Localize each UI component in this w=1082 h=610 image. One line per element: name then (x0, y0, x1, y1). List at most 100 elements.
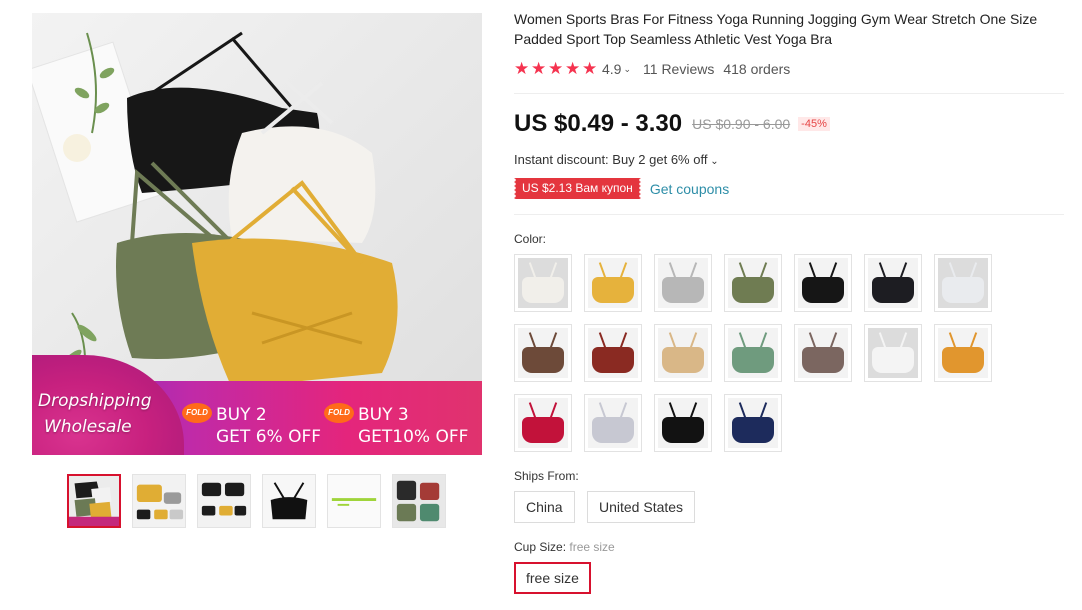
instant-discount[interactable]: Instant discount: Buy 2 get 6% off ⌄ (514, 152, 719, 167)
color-swatch-image (728, 328, 778, 378)
color-swatch-image (658, 398, 708, 448)
star-icon: ★ (548, 59, 564, 78)
divider (514, 214, 1064, 215)
color-swatch-image (868, 258, 918, 308)
color-swatch-image (938, 328, 988, 378)
ships-from-label: Ships From: (514, 469, 579, 483)
color-swatch-image (588, 398, 638, 448)
star-icon: ★ (531, 59, 547, 78)
color-swatch-black-2[interactable] (864, 254, 922, 312)
color-swatch-image (798, 328, 848, 378)
thumbnail-4[interactable] (262, 474, 316, 528)
star-icon: ★ (582, 59, 598, 78)
color-swatch-image (868, 328, 918, 378)
swatch-bra-shape (662, 277, 704, 303)
fold-icon: FOLD (182, 403, 212, 423)
color-swatch-yellow[interactable] (584, 254, 642, 312)
thumbnail-6[interactable] (392, 474, 446, 528)
swatch-bra-shape (522, 347, 564, 373)
color-swatch-black[interactable] (794, 254, 852, 312)
ships-from-option-united-states[interactable]: United States (587, 491, 696, 523)
color-swatch-army-green[interactable] (724, 254, 782, 312)
original-price: US $0.90 - 6.00 (692, 116, 791, 132)
ships-from-option-china[interactable]: China (514, 491, 575, 523)
thumbnail-3[interactable] (197, 474, 251, 528)
swatch-bra-shape (802, 277, 844, 303)
swatch-bra-shape (942, 347, 984, 373)
rating-row: ★ ★ ★ ★ ★ 4.9 ⌄ 11 Reviews 418 orders (514, 59, 790, 79)
swatch-bra-shape (592, 277, 634, 303)
thumbnail-5[interactable] (327, 474, 381, 528)
coupon-badge[interactable]: US $2.13 Вам купон (512, 178, 643, 199)
promo-buy3-line1: BUY 3 (358, 405, 409, 425)
wholesale-text: Wholesale (44, 417, 132, 437)
price: US $0.49 - 3.30 (514, 110, 683, 137)
cup-size-option-free-size[interactable]: free size (514, 562, 591, 594)
color-swatch-image (588, 328, 638, 378)
color-swatch-khaki[interactable] (654, 324, 712, 382)
discount-badge: -45% (798, 117, 830, 131)
coupon-row: US $2.13 Вам купон Get coupons (512, 178, 729, 199)
swatch-bra-shape (802, 347, 844, 373)
swatch-bra-shape (872, 277, 914, 303)
color-swatch-coffee[interactable] (514, 324, 572, 382)
fold-icon: FOLD (324, 403, 354, 423)
swatch-bra-shape (942, 277, 984, 303)
color-swatch-image (518, 398, 568, 448)
color-swatch-white-3[interactable] (864, 324, 922, 382)
swatch-bra-shape (732, 347, 774, 373)
swatch-bra-shape (872, 347, 914, 373)
color-swatch-black-3[interactable] (654, 394, 712, 452)
swatch-bra-shape (732, 277, 774, 303)
color-swatch-mint-green[interactable] (724, 324, 782, 382)
color-label: Color: (514, 232, 547, 246)
color-swatch-image (938, 258, 988, 308)
star-icon: ★ (565, 59, 581, 78)
color-swatch-red[interactable] (514, 394, 572, 452)
cup-size-label-text: Cup Size: (514, 540, 567, 554)
swatch-bra-shape (522, 417, 564, 443)
reviews-link[interactable]: 11 Reviews (643, 61, 714, 77)
swatch-bra-shape (662, 347, 704, 373)
color-swatch-orange[interactable] (934, 324, 992, 382)
promo-buy3-line2: GET10% OFF (358, 427, 469, 447)
star-icon: ★ (514, 59, 530, 78)
color-swatch-taupe[interactable] (794, 324, 852, 382)
orders-count: 418 orders (723, 61, 791, 77)
color-swatch-image (728, 398, 778, 448)
divider (514, 93, 1064, 94)
swatch-bra-shape (592, 347, 634, 373)
color-swatch-image (658, 258, 708, 308)
color-swatch-light-gray[interactable] (584, 394, 642, 452)
rating-value[interactable]: 4.9 (602, 61, 621, 77)
star-rating: ★ ★ ★ ★ ★ (514, 59, 599, 78)
color-swatch-image (518, 328, 568, 378)
promo-buy2-line2: GET 6% OFF (216, 427, 322, 447)
dropshipping-text: Dropshipping (38, 391, 152, 411)
color-swatch-image (588, 258, 638, 308)
thumbnail-1[interactable] (67, 474, 121, 528)
color-swatch-image (798, 258, 848, 308)
product-title: Women Sports Bras For Fitness Yoga Runni… (514, 11, 1038, 47)
swatch-bra-shape (732, 417, 774, 443)
get-coupons-link[interactable]: Get coupons (650, 181, 729, 197)
color-swatch-wine-red[interactable] (584, 324, 642, 382)
color-swatch-image (728, 258, 778, 308)
color-swatch-navy[interactable] (724, 394, 782, 452)
swatch-bra-shape (522, 277, 564, 303)
color-swatch-gray[interactable] (654, 254, 712, 312)
cup-size-label: Cup Size: free size (514, 540, 615, 554)
color-swatch-image (658, 328, 708, 378)
chevron-down-icon[interactable]: ⌄ (623, 64, 631, 75)
color-swatch-white-2[interactable] (934, 254, 992, 312)
color-swatch-white[interactable] (514, 254, 572, 312)
instant-discount-text: Instant discount: Buy 2 get 6% off (514, 152, 708, 167)
main-product-image[interactable]: Dropshipping Wholesale FOLD BUY 2 GET 6%… (32, 13, 482, 455)
swatch-bra-shape (662, 417, 704, 443)
color-swatch-image (518, 258, 568, 308)
price-row: US $0.49 - 3.30 US $0.90 - 6.00 -45% (514, 110, 830, 138)
thumbnail-2[interactable] (132, 474, 186, 528)
cup-size-selected-value: free size (569, 540, 615, 554)
promo-buy2-line1: BUY 2 (216, 405, 267, 425)
chevron-down-icon: ⌄ (707, 156, 719, 167)
